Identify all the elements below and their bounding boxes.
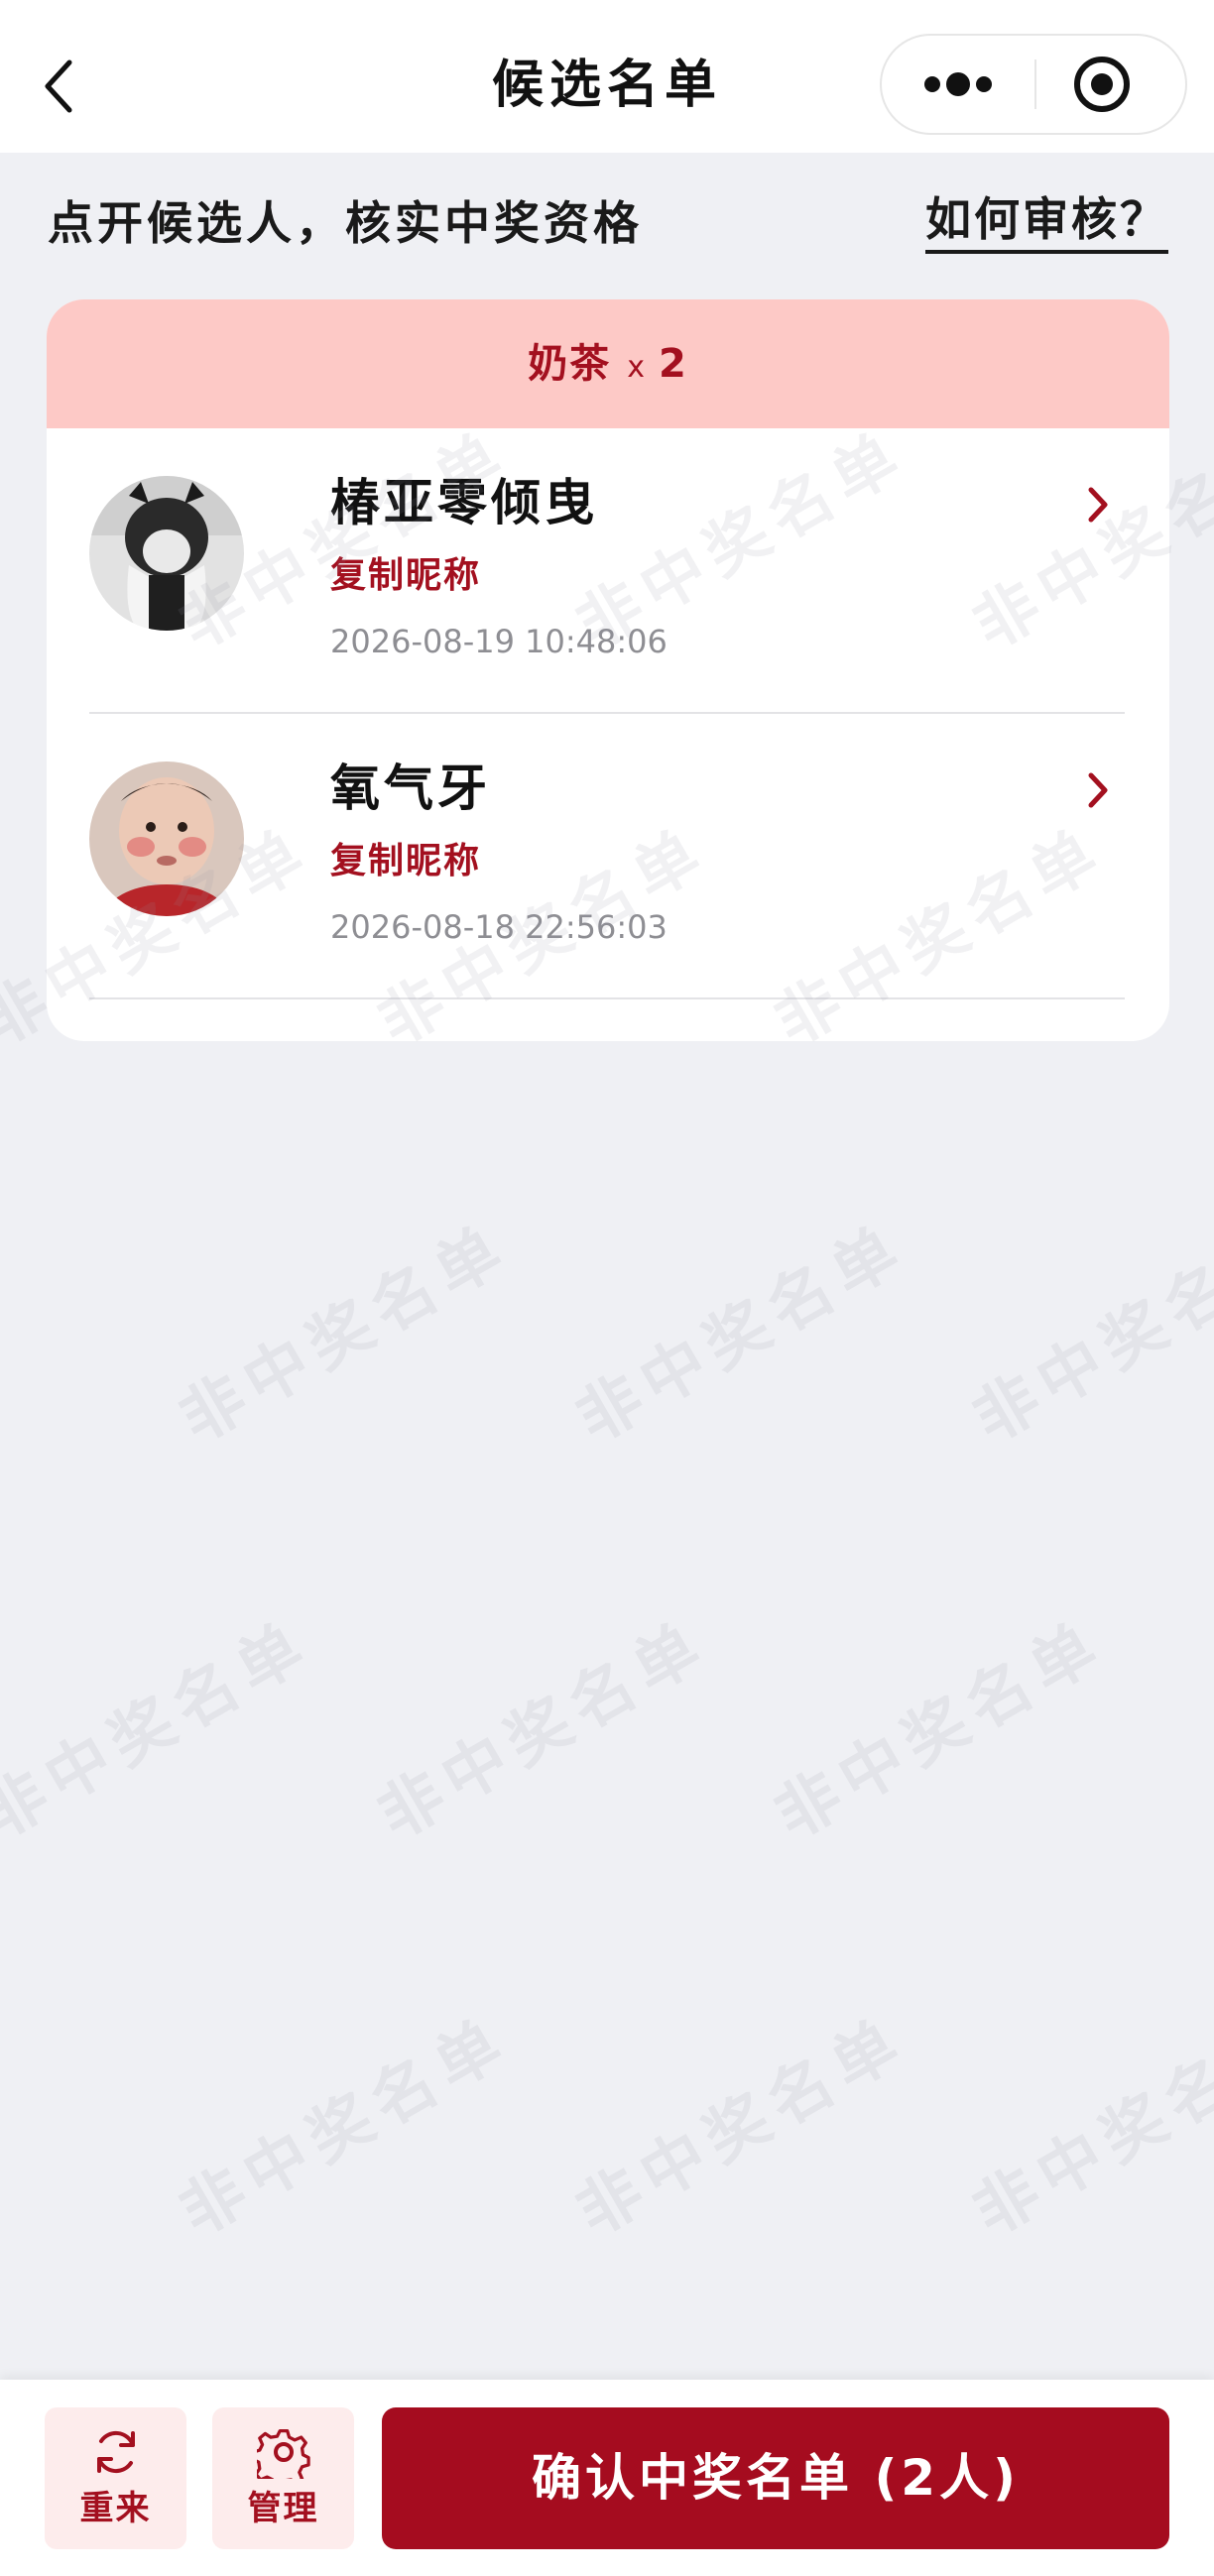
watermark-text: 非中奖名单 bbox=[167, 2002, 523, 2251]
watermark-text: 非中奖名单 bbox=[960, 2002, 1214, 2251]
mini-program-capsule bbox=[880, 34, 1187, 135]
prize-multiplier: x bbox=[627, 350, 647, 385]
watermark-text: 非中奖名单 bbox=[960, 1209, 1214, 1458]
watermark-text: 非中奖名单 bbox=[167, 1209, 523, 1458]
candidate-name: 椿亚零倾曳 bbox=[330, 474, 598, 531]
candidate-time: 2026-08-19 10:48:06 bbox=[330, 623, 668, 660]
refresh-icon bbox=[97, 2430, 135, 2474]
avatar-image bbox=[89, 476, 244, 631]
manage-button[interactable]: 管理 bbox=[212, 2407, 354, 2549]
candidate-row[interactable]: 椿亚零倾曳 复制昵称 2026-08-19 10:48:06 bbox=[89, 428, 1125, 714]
more-dots-icon bbox=[924, 72, 992, 96]
prize-count: 2 bbox=[658, 341, 688, 387]
confirm-winners-button[interactable]: 确认中奖名单 (2人) bbox=[382, 2407, 1169, 2549]
prize-name: 奶茶 bbox=[528, 341, 612, 387]
chevron-right-icon bbox=[1088, 772, 1108, 808]
watermark-text: 非中奖名单 bbox=[563, 2002, 919, 2251]
watermark-text: 非中奖名单 bbox=[365, 1605, 721, 1854]
copy-nickname-button[interactable]: 复制昵称 bbox=[330, 837, 481, 886]
verify-hint-text: 点开候选人，核实中奖资格 bbox=[48, 196, 643, 250]
chevron-right-icon bbox=[1088, 487, 1108, 523]
watermark-text: 非中奖名单 bbox=[563, 1209, 919, 1458]
avatar bbox=[89, 761, 244, 916]
target-close-icon bbox=[1074, 57, 1130, 112]
restart-label: 重来 bbox=[79, 2489, 152, 2528]
close-mini-program-button[interactable] bbox=[1036, 36, 1185, 133]
prize-card: 奶茶 x 2 椿亚零倾曳 复制昵称 2026-08-19 10:48:06 氧气… bbox=[47, 299, 1169, 1041]
gear-icon bbox=[257, 2428, 310, 2479]
avatar bbox=[89, 476, 244, 631]
watermark-text: 非中奖名单 bbox=[762, 1605, 1118, 1854]
prize-header: 奶茶 x 2 bbox=[47, 299, 1169, 428]
top-navigation-bar: 候选名单 bbox=[0, 0, 1214, 153]
manage-label: 管理 bbox=[247, 2489, 319, 2528]
bottom-action-bar: 重来 管理 确认中奖名单 (2人) bbox=[0, 2380, 1214, 2576]
candidate-row[interactable]: 氧气牙 复制昵称 2026-08-18 22:56:03 bbox=[89, 714, 1125, 999]
hint-row: 点开候选人，核实中奖资格 如何审核？ bbox=[48, 188, 1168, 258]
how-to-review-link[interactable]: 如何审核？ bbox=[925, 188, 1168, 254]
more-options-button[interactable] bbox=[882, 36, 1034, 133]
watermark-text: 非中奖名单 bbox=[0, 1605, 324, 1854]
copy-nickname-button[interactable]: 复制昵称 bbox=[330, 551, 481, 601]
restart-button[interactable]: 重来 bbox=[45, 2407, 186, 2549]
candidate-name: 氧气牙 bbox=[330, 760, 491, 817]
candidate-time: 2026-08-18 22:56:03 bbox=[330, 908, 668, 946]
avatar-image bbox=[89, 761, 244, 916]
